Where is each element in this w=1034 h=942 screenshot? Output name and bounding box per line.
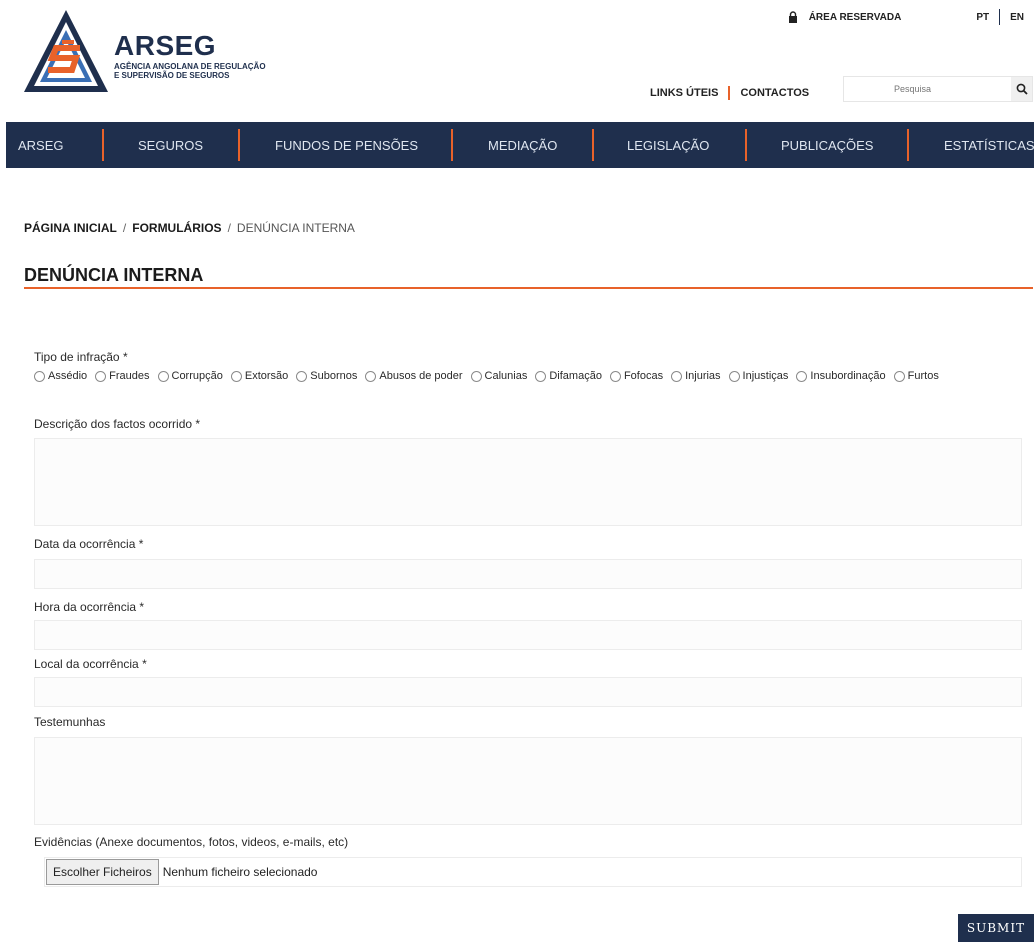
top-links: ÁREA RESERVADA PT EN [787, 9, 1024, 25]
radio-circle[interactable] [535, 370, 547, 382]
breadcrumb-separator: / [227, 221, 231, 235]
logo-triangle-icon [24, 10, 108, 92]
lock-icon [788, 11, 797, 23]
radio-calunias[interactable]: Calunias [470, 370, 528, 382]
radio-circle[interactable] [796, 370, 808, 382]
radio-circle[interactable] [671, 370, 683, 382]
page: ARSEG AGÊNCIA ANGOLANA DE REGULAÇÃO E SU… [0, 0, 1034, 942]
radio-circle[interactable] [365, 370, 377, 382]
file-status-text: Nenhum ficheiro selecionado [162, 865, 318, 879]
breadcrumb-current: DENÚNCIA INTERNA [236, 221, 355, 235]
search-input[interactable] [844, 77, 1011, 101]
time-input[interactable] [34, 620, 1022, 650]
evidence-file-input: Escolher Ficheiros Nenhum ficheiro selec… [44, 857, 1022, 887]
utility-separator [728, 86, 731, 100]
radio-abusos-de-poder[interactable]: Abusos de poder [365, 370, 463, 382]
radio-insubordinacao[interactable]: Insubordinação [796, 370, 886, 382]
title-underline [24, 287, 1033, 289]
witnesses-textarea[interactable] [34, 737, 1022, 825]
radio-label: Injustiças [742, 370, 789, 382]
arseg-logo[interactable]: ARSEG AGÊNCIA ANGOLANA DE REGULAÇÃO E SU… [22, 8, 312, 94]
logo-subtitle: AGÊNCIA ANGOLANA DE REGULAÇÃO E SUPERVIS… [114, 62, 266, 80]
witnesses-label: Testemunhas [34, 715, 106, 729]
breadcrumb-home[interactable]: PÁGINA INICIAL [24, 221, 117, 235]
logo-subtitle-line2: E SUPERVISÃO DE SEGUROS [114, 71, 230, 80]
radio-subornos[interactable]: Subornos [296, 370, 357, 382]
radio-label: Insubordinação [810, 370, 886, 382]
nav-item-seguros[interactable]: SEGUROS [104, 122, 238, 168]
radio-label: Assédio [48, 370, 88, 382]
radio-circle[interactable] [470, 370, 482, 382]
contactos-link[interactable]: CONTACTOS [740, 87, 809, 99]
radio-injurias[interactable]: Injurias [671, 370, 721, 382]
nav-item-legislacao[interactable]: LEGISLAÇÃO [594, 122, 745, 168]
radio-difamacao[interactable]: Difamação [535, 370, 602, 382]
radio-label: Subornos [310, 370, 358, 382]
search-box [843, 76, 1033, 102]
description-textarea[interactable] [34, 438, 1022, 526]
radio-circle[interactable] [34, 370, 45, 382]
radio-label: Extorsão [244, 370, 289, 382]
search-icon [1016, 83, 1028, 95]
place-input[interactable] [34, 677, 1022, 707]
infraction-type-label: Tipo de infração * [34, 350, 128, 364]
submit-button[interactable]: SUBMIT [958, 914, 1034, 942]
radio-circle[interactable] [157, 370, 169, 382]
nav-item-publicacoes[interactable]: PUBLICAÇÕES [747, 122, 907, 168]
nav-item-fundos-de-pensoes[interactable]: FUNDOS DE PENSÕES [240, 122, 451, 168]
page-title: DENÚNCIA INTERNA [24, 265, 204, 285]
lang-en-link[interactable]: EN [1010, 12, 1024, 23]
radio-furtos[interactable]: Furtos [893, 370, 939, 382]
radio-circle[interactable] [95, 370, 107, 382]
date-label: Data da ocorrência * [34, 537, 144, 551]
radio-corrupcao[interactable]: Corrupção [157, 370, 223, 382]
time-label: Hora da ocorrência * [34, 600, 145, 614]
site-header: ARSEG AGÊNCIA ANGOLANA DE REGULAÇÃO E SU… [0, 0, 1034, 122]
radio-label: Calunias [484, 370, 528, 382]
utility-links: LINKS ÚTEIS CONTACTOS [650, 86, 809, 100]
links-uteis-link[interactable]: LINKS ÚTEIS [650, 87, 718, 99]
radio-assedio[interactable]: Assédio [34, 370, 87, 382]
radio-fraudes[interactable]: Fraudes [95, 370, 150, 382]
radio-label: Fraudes [109, 370, 150, 382]
nav-item-estatisticas[interactable]: ESTATÍSTICAS [909, 122, 1034, 168]
radio-circle[interactable] [609, 370, 621, 382]
description-label: Descrição dos factos ocorrido * [34, 417, 201, 431]
choose-files-button[interactable]: Escolher Ficheiros [46, 859, 159, 885]
radio-label: Furtos [907, 370, 939, 382]
radio-fofocas[interactable]: Fofocas [609, 370, 664, 382]
radio-circle[interactable] [728, 370, 740, 382]
radio-injusticas[interactable]: Injustiças [728, 370, 789, 382]
radio-circle[interactable] [296, 370, 308, 382]
radio-label: Corrupção [171, 370, 223, 382]
radio-label: Difamação [549, 370, 602, 382]
main-nav: ARSEG SEGUROS FUNDOS DE PENSÕES MEDIAÇÃO… [6, 122, 1034, 168]
breadcrumb-formularios[interactable]: FORMULÁRIOS [132, 221, 221, 235]
area-reservada-link[interactable]: ÁREA RESERVADA [809, 12, 902, 23]
search-button[interactable] [1011, 77, 1032, 101]
radio-label: Fofocas [623, 370, 664, 382]
nav-item-arseg[interactable]: ARSEG [6, 122, 102, 168]
breadcrumb-separator: / [122, 221, 127, 235]
date-input[interactable] [34, 559, 1022, 589]
radio-extorsao[interactable]: Extorsão [230, 370, 289, 382]
logo-subtitle-line1: AGÊNCIA ANGOLANA DE REGULAÇÃO [114, 62, 266, 71]
place-label: Local da ocorrência * [34, 657, 147, 671]
lang-pt-link[interactable]: PT [976, 12, 989, 23]
radio-circle[interactable] [230, 370, 242, 382]
evidence-label: Evidências (Anexe documentos, fotos, vid… [34, 835, 349, 849]
lang-separator [999, 9, 1001, 25]
logo-title: ARSEG [114, 30, 217, 61]
radio-label: Abusos de poder [379, 370, 463, 382]
radio-circle[interactable] [893, 370, 905, 382]
breadcrumb: PÁGINA INICIAL / FORMULÁRIOS / DENÚNCIA … [24, 221, 355, 235]
radio-label: Injurias [685, 370, 721, 382]
infraction-type-radios: Assédio Fraudes Corrupção Extorsão Subor… [34, 370, 1024, 382]
nav-item-mediacao[interactable]: MEDIAÇÃO [453, 122, 592, 168]
